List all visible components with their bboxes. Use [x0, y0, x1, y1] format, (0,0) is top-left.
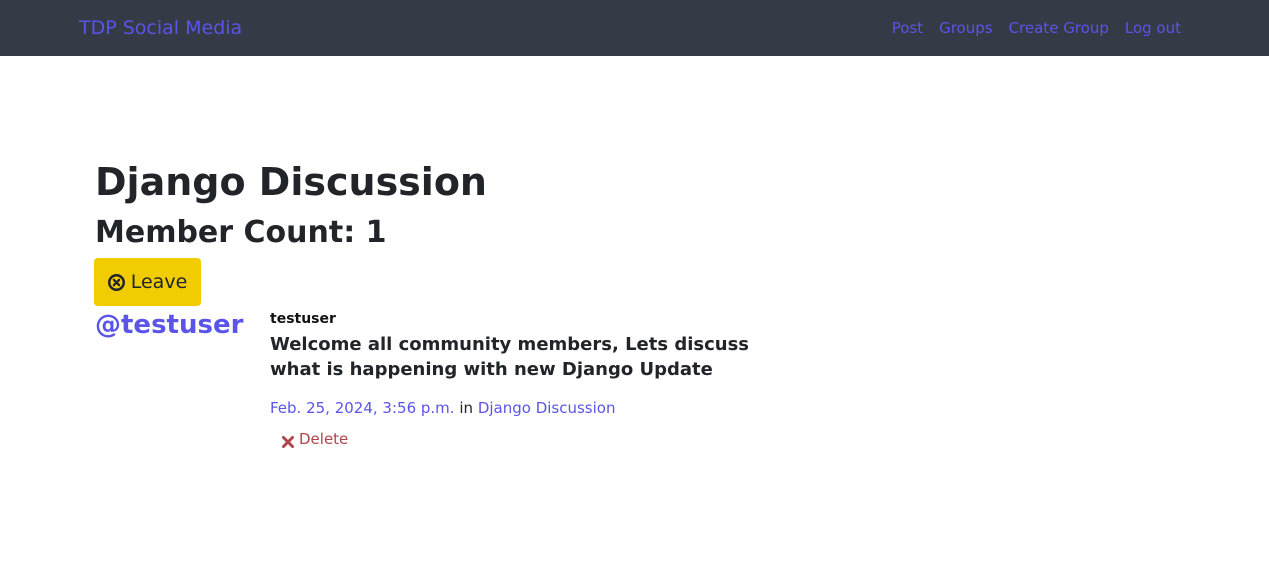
- post-message: Welcome all community members, Lets disc…: [270, 334, 750, 380]
- post-item: testuser Welcome all community members, …: [270, 310, 810, 452]
- member-count: Member Count: 1: [95, 215, 387, 250]
- brand-link[interactable]: TDP Social Media: [79, 16, 242, 40]
- nav-link-create-group[interactable]: Create Group: [1009, 18, 1109, 38]
- leave-button-label: Leave: [130, 271, 188, 293]
- nav-links: Post Groups Create Group Log out: [892, 18, 1181, 38]
- user-handle-link[interactable]: @testuser: [95, 308, 243, 342]
- page-title: Django Discussion: [95, 160, 487, 204]
- times-circle-icon: [107, 273, 125, 291]
- post-author: testuser: [270, 311, 336, 327]
- nav-link-post[interactable]: Post: [892, 18, 923, 38]
- nav-link-log-out[interactable]: Log out: [1125, 18, 1181, 38]
- post-group-link[interactable]: Django Discussion: [478, 399, 616, 417]
- post-timestamp-link[interactable]: Feb. 25, 2024, 3:56 p.m.: [270, 399, 455, 417]
- nav-link-groups[interactable]: Groups: [939, 18, 992, 38]
- delete-label: Delete: [299, 430, 349, 448]
- delete-link[interactable]: Delete: [282, 429, 348, 449]
- leave-button[interactable]: Leave: [94, 258, 201, 306]
- times-icon: [282, 433, 294, 448]
- post-meta-in: in: [459, 399, 474, 417]
- post-meta: Feb. 25, 2024, 3:56 p.m. in Django Discu…: [270, 398, 810, 418]
- navbar: TDP Social Media Post Groups Create Grou…: [0, 0, 1269, 56]
